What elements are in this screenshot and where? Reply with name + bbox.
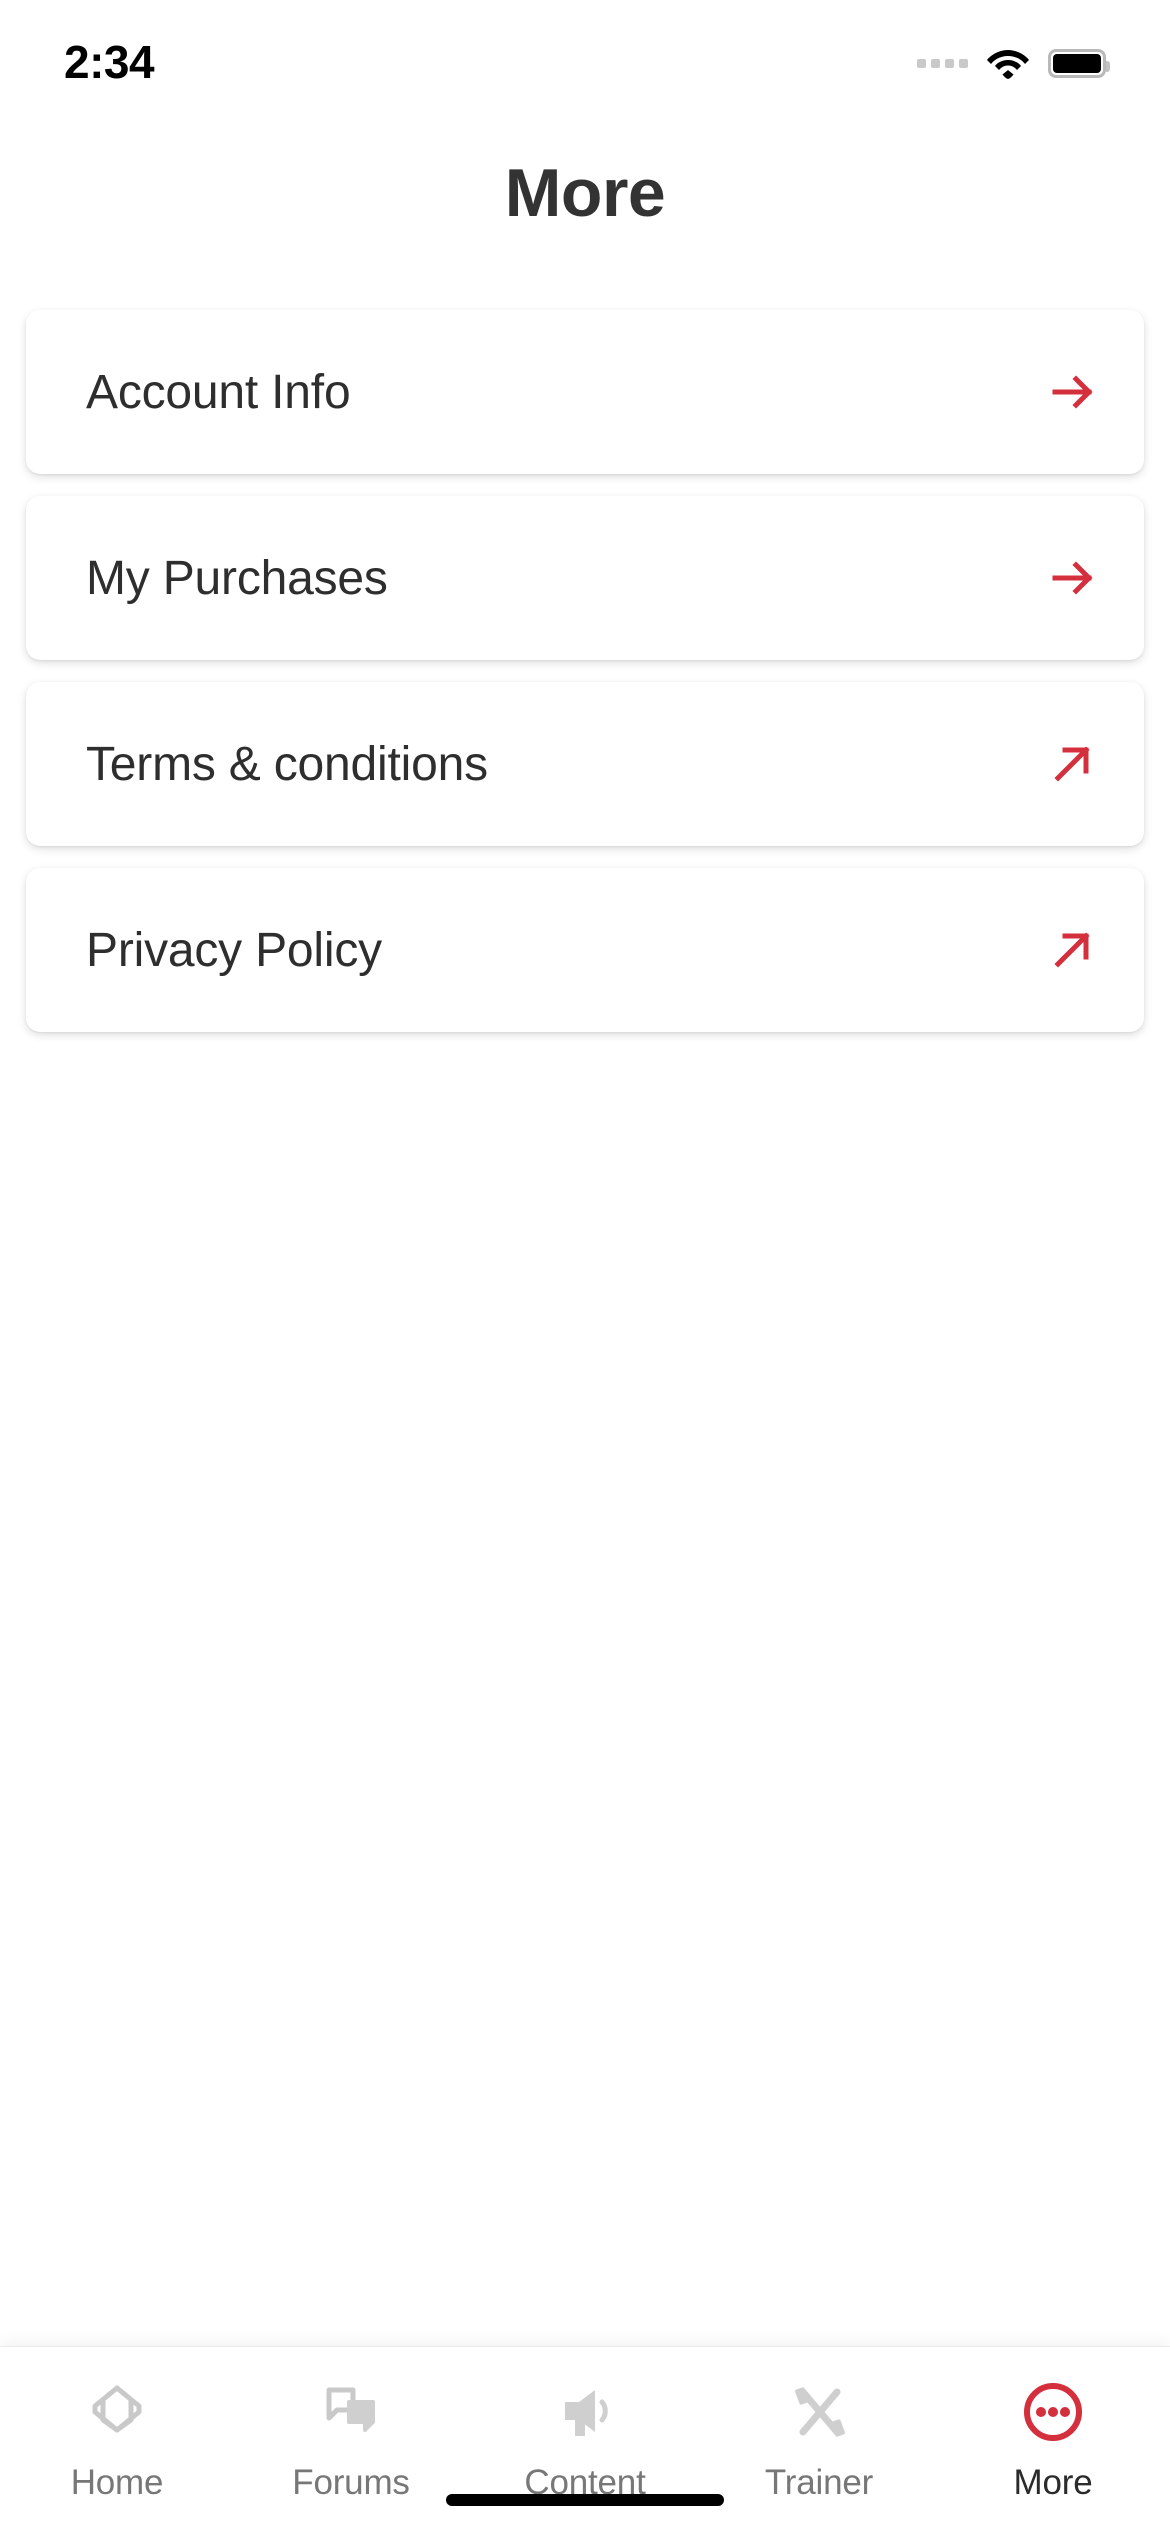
tab-forums[interactable]: Forums (246, 2373, 456, 2503)
card-label: My Purchases (86, 551, 388, 605)
arrow-up-right-icon[interactable] (1042, 920, 1102, 980)
card-label: Terms & conditions (86, 737, 488, 791)
tab-content[interactable]: Content (480, 2373, 690, 2503)
app-screen: 2:34 More Account Info My Purchases Term… (0, 0, 1170, 2532)
tab-trainer[interactable]: Trainer (714, 2373, 924, 2503)
tab-label: Trainer (764, 2463, 874, 2502)
chat-bubbles-icon (315, 2373, 387, 2451)
status-time: 2:34 (64, 36, 155, 88)
home-indicator (446, 2494, 724, 2506)
list-item-terms-conditions[interactable]: Terms & conditions (26, 682, 1144, 846)
arrow-up-right-icon[interactable] (1042, 734, 1102, 794)
page-title: More (504, 155, 666, 231)
arrow-right-icon[interactable] (1042, 548, 1102, 608)
card-label: Account Info (86, 365, 351, 419)
battery-full-icon (1048, 48, 1110, 78)
more-menu-list: Account Info My Purchases Terms & condit… (0, 310, 1170, 1032)
card-label: Privacy Policy (86, 923, 382, 977)
signal-dots-icon (917, 58, 968, 68)
tab-home[interactable]: Home (12, 2373, 222, 2503)
tab-label: Forums (292, 2463, 410, 2502)
list-item-account-info[interactable]: Account Info (26, 310, 1144, 474)
megaphone-icon (549, 2373, 621, 2451)
status-indicators (917, 32, 1110, 80)
wifi-icon (986, 46, 1030, 80)
list-item-privacy-policy[interactable]: Privacy Policy (26, 868, 1144, 1032)
arrow-right-icon[interactable] (1042, 362, 1102, 422)
status-bar: 2:34 (0, 0, 1170, 112)
more-circle-icon (1017, 2373, 1089, 2451)
list-item-my-purchases[interactable]: My Purchases (26, 496, 1144, 660)
graduation-cap-icon (81, 2373, 153, 2451)
dumbbell-icon (783, 2373, 855, 2451)
tab-label: More (1013, 2463, 1093, 2502)
tab-label: Home (70, 2463, 164, 2502)
tab-more[interactable]: More (948, 2373, 1158, 2503)
